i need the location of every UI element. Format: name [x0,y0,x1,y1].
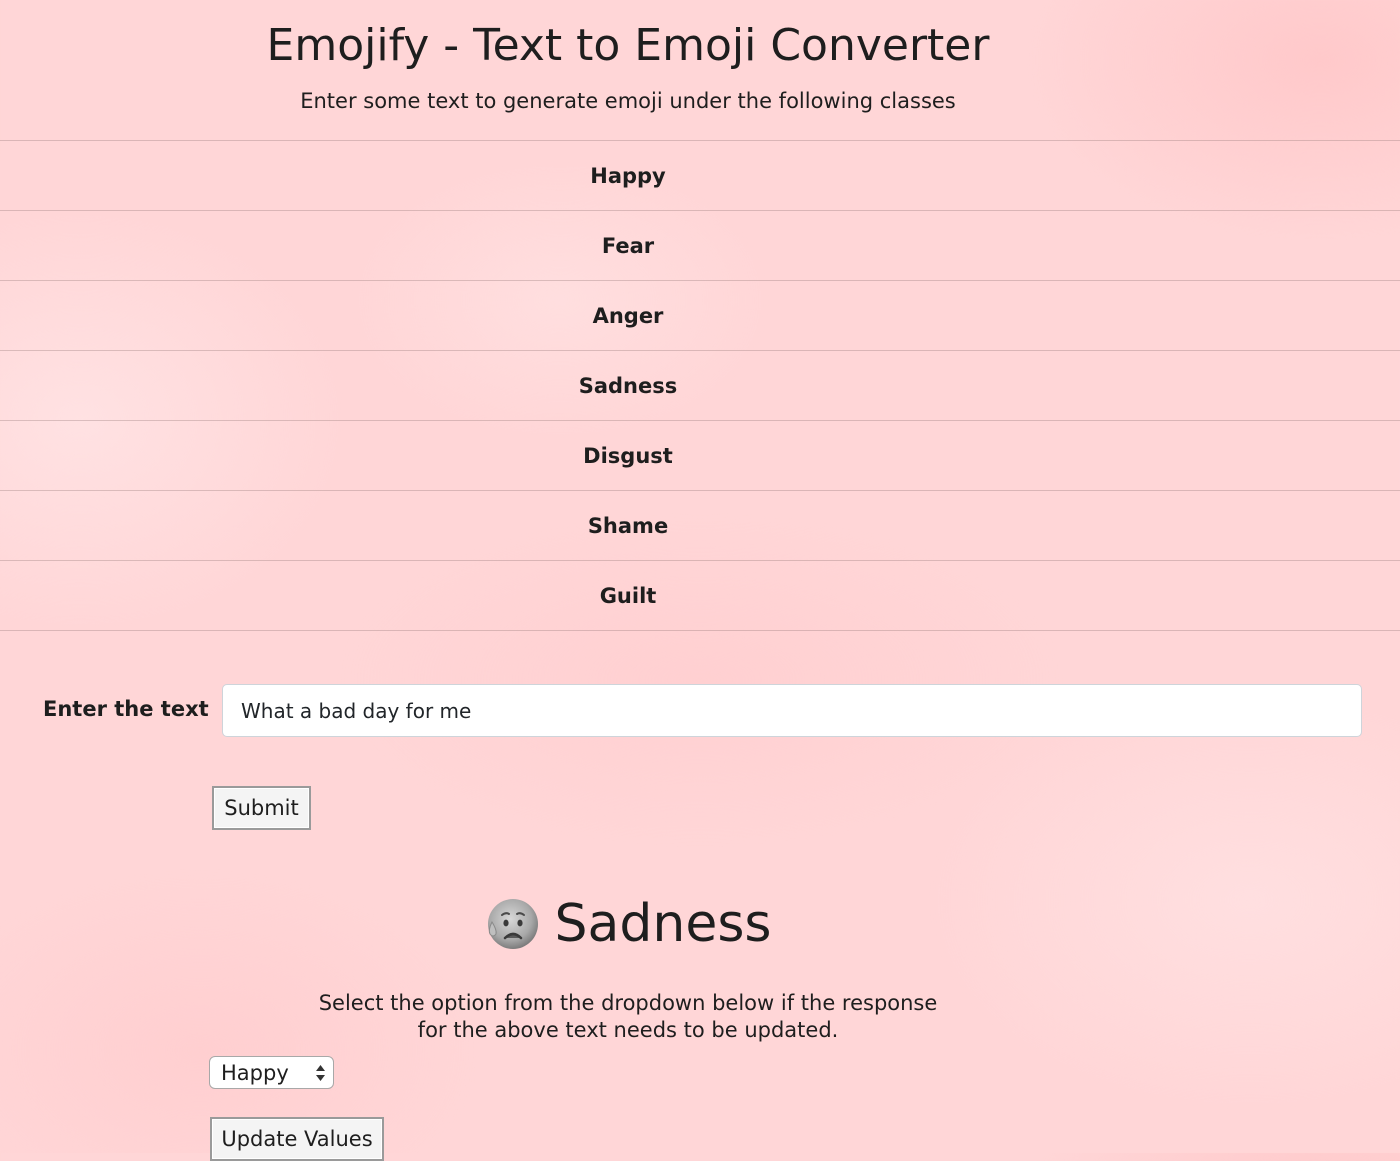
class-label-guilt: Guilt [599,583,657,608]
text-input-label: Enter the text [43,697,209,721]
submit-button[interactable]: Submit [212,786,311,830]
class-row: Anger [0,281,1400,351]
class-row: Fear [0,211,1400,281]
class-label-disgust: Disgust [583,443,673,468]
page-subtitle: Enter some text to generate emoji under … [300,89,956,113]
update-instruction-line-2: for the above text needs to be updated. [417,1018,839,1042]
page-title: Emojify - Text to Emoji Converter [266,20,990,71]
class-row: Guilt [0,561,1400,631]
result-display: Sadness [0,888,1256,960]
class-row: Sadness [0,351,1400,421]
class-label-sadness: Sadness [578,373,678,398]
class-label-anger: Anger [592,303,664,328]
update-instruction-line-1: Select the option from the dropdown belo… [318,991,938,1015]
text-input[interactable] [222,684,1362,737]
update-values-button[interactable]: Update Values [210,1117,384,1161]
class-label-fear: Fear [601,233,655,258]
emotion-select-value: Happy [221,1060,289,1085]
update-instruction: Select the option from the dropdown belo… [0,990,1256,1044]
emotion-classes-table: Happy Fear Anger Sadness Disgust Shame G… [0,140,1400,631]
sad-sweat-emoji-icon [488,899,539,949]
select-arrows-icon [316,1065,325,1081]
class-row: Disgust [0,421,1400,491]
class-row: Happy [0,141,1400,211]
class-label-shame: Shame [587,513,669,538]
result-label: Sadness [554,894,772,954]
emotion-select[interactable]: Happy [209,1056,334,1089]
class-label-happy: Happy [590,163,666,188]
class-row: Shame [0,491,1400,561]
